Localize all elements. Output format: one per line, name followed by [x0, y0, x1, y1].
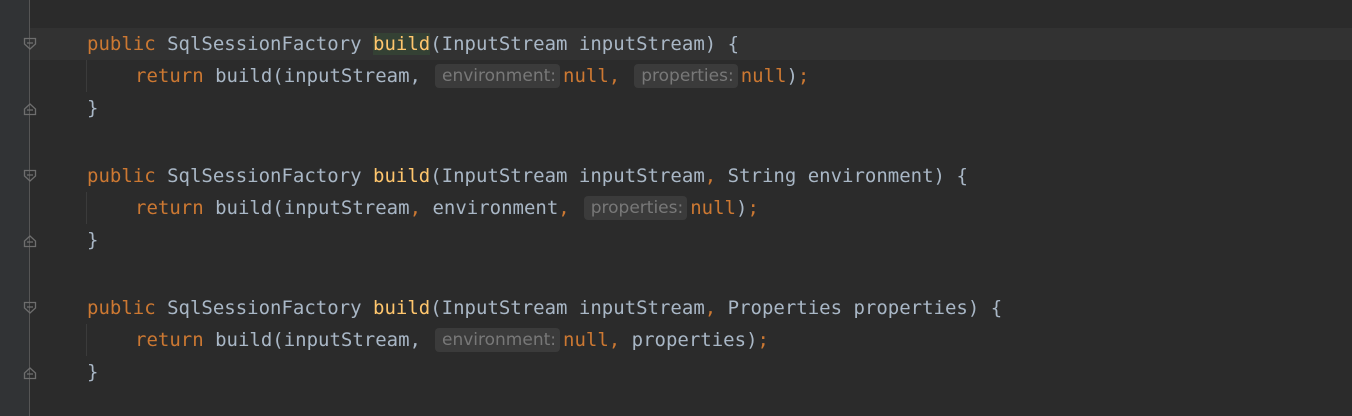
method-name[interactable]: build [373, 165, 430, 187]
indent-guide [86, 60, 87, 92]
close-brace: } [87, 361, 99, 383]
keyword: return [135, 197, 204, 219]
code-editor[interactable]: public SqlSessionFactory build(InputStre… [0, 0, 1352, 416]
parameter-hint: properties: [583, 196, 688, 220]
parameters: (InputStream inputStream) [430, 33, 717, 55]
editor-gutter [0, 0, 29, 416]
parameter-hint: properties: [634, 64, 738, 88]
null-literal: null [740, 65, 787, 87]
close-paren: ) [736, 197, 748, 219]
method-call: build(inputStream, [215, 65, 421, 87]
comma: , [704, 165, 717, 187]
argument: properties [620, 329, 747, 351]
comma: , [608, 329, 621, 351]
method-name[interactable]: build [373, 33, 431, 55]
fold-start-icon[interactable] [23, 169, 37, 183]
fold-start-icon[interactable] [23, 301, 37, 315]
return-type: SqlSessionFactory [167, 165, 362, 187]
fold-end-icon[interactable] [23, 102, 37, 116]
keyword: return [135, 65, 204, 87]
code-line[interactable]: } [87, 356, 98, 388]
return-type: SqlSessionFactory [167, 33, 362, 55]
fold-end-icon[interactable] [23, 366, 37, 380]
parameters: (InputStream inputStream [430, 297, 705, 319]
code-line[interactable]: return build(inputStream, environment: nul… [135, 60, 809, 92]
open-brace: { [945, 165, 968, 187]
parameters: (InputStream inputStream [430, 165, 705, 187]
close-brace: } [87, 229, 99, 251]
close-brace: } [87, 97, 99, 119]
method-call: build(inputStream, [215, 329, 421, 351]
comma: , [558, 197, 570, 219]
method-name[interactable]: build [373, 297, 430, 319]
null-literal: null [690, 197, 736, 219]
method-call: build(inputStream [215, 197, 410, 219]
keyword: public [87, 165, 156, 187]
indent-guide [86, 192, 87, 224]
parameter-hint: environment: [435, 64, 560, 88]
close-paren: ) [786, 65, 798, 87]
null-literal: null [563, 65, 609, 87]
code-line[interactable]: public SqlSessionFactory build(InputStre… [87, 160, 968, 192]
comma: , [409, 197, 422, 219]
gutter-divider [29, 0, 30, 416]
parameter-hint: environment: [435, 328, 560, 352]
comma: , [704, 297, 717, 319]
close-paren: ) [746, 329, 758, 351]
fold-start-icon[interactable] [23, 37, 37, 51]
code-line[interactable]: public SqlSessionFactory build(InputStre… [87, 292, 1002, 324]
code-line[interactable]: return build(inputStream, environment: nul… [135, 324, 769, 356]
indent-guide [86, 324, 87, 356]
open-brace: { [716, 33, 740, 55]
code-line[interactable]: public SqlSessionFactory build(InputStre… [87, 28, 739, 60]
code-line[interactable]: } [87, 92, 98, 124]
keyword: public [87, 297, 156, 319]
return-type: SqlSessionFactory [167, 297, 362, 319]
keyword: return [135, 329, 204, 351]
open-brace: { [979, 297, 1003, 319]
argument: environment [421, 197, 559, 219]
semicolon: ; [757, 329, 769, 351]
code-line[interactable]: return build(inputStream, environment, pr… [135, 192, 759, 224]
code-line[interactable]: } [87, 224, 98, 256]
null-literal: null [563, 329, 609, 351]
semicolon: ; [747, 197, 759, 219]
parameters: Properties properties) [716, 297, 980, 319]
semicolon: ; [797, 65, 810, 87]
keyword: public [87, 33, 156, 55]
comma: , [608, 65, 621, 87]
fold-end-icon[interactable] [23, 234, 37, 248]
parameters: String environment) [716, 165, 945, 187]
